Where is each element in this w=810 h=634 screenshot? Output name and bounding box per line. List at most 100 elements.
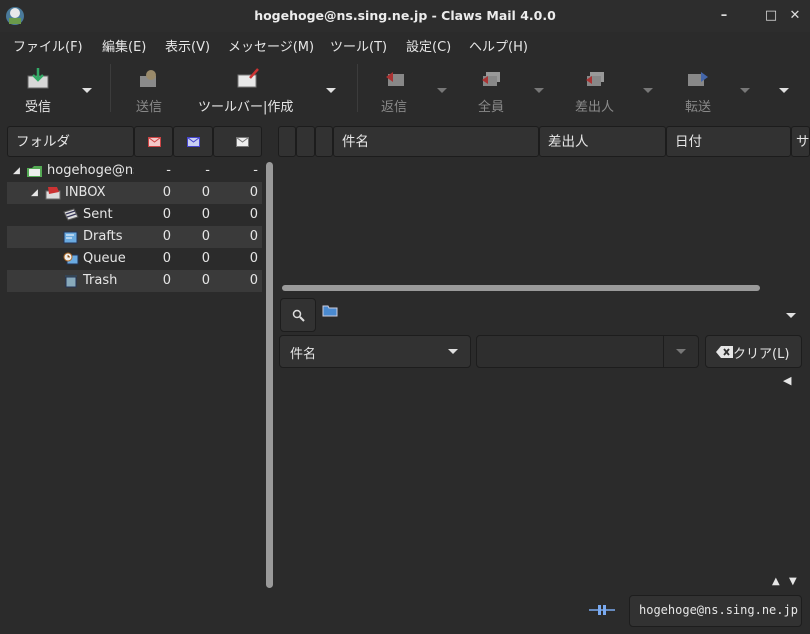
unread-column-header[interactable] <box>173 126 213 157</box>
new-column-header[interactable] <box>134 126 173 157</box>
folder-open-icon[interactable] <box>322 304 338 317</box>
receive-icon <box>27 68 49 89</box>
mark-column-header[interactable] <box>278 126 296 157</box>
receive-button[interactable]: 受信 <box>14 62 74 115</box>
maximize-button[interactable]: □ <box>763 8 779 24</box>
message-list-hscrollbar-thumb[interactable] <box>282 285 760 291</box>
minimize-button[interactable]: – <box>716 8 732 24</box>
reply-all-label: 全員 <box>478 100 505 115</box>
folder-name: Drafts <box>83 229 123 244</box>
compose-label: ツールバー|作成 <box>198 100 294 115</box>
status-column-header[interactable] <box>296 126 315 157</box>
attachment-column-header[interactable] <box>315 126 333 157</box>
folder-row-account[interactable]: ◢ hogehoge@ns - - - <box>7 160 262 182</box>
search-toggle-button[interactable] <box>280 298 316 332</box>
new-count: 0 <box>162 273 171 288</box>
menu-view[interactable]: 表示(V) <box>165 36 210 55</box>
unread-count: - <box>205 163 210 178</box>
trash-icon <box>65 275 77 288</box>
menu-help[interactable]: ヘルプ(H) <box>469 36 528 55</box>
folder-row-drafts[interactable]: Drafts 0 0 0 <box>7 226 262 248</box>
search-field-select[interactable]: 件名 <box>279 335 471 368</box>
receive-dropdown-caret[interactable] <box>82 88 92 93</box>
chevron-down-icon <box>448 349 458 354</box>
menu-message[interactable]: メッセージ(M) <box>228 36 314 55</box>
reply-icon <box>386 72 404 86</box>
folder-row-inbox[interactable]: ◢ INBOX 0 0 0 <box>7 182 262 204</box>
size-column-header[interactable]: サ <box>791 126 810 157</box>
new-count: 0 <box>162 185 171 200</box>
new-count: - <box>166 163 171 178</box>
collapse-arrow-icon[interactable]: ◀ <box>783 374 791 387</box>
online-status-icon[interactable] <box>589 603 615 617</box>
reply-label: 返信 <box>381 100 408 115</box>
search-panel-caret[interactable] <box>786 313 796 318</box>
reply-button[interactable]: 返信 <box>372 62 422 115</box>
folder-row-sent[interactable]: Sent 0 0 0 <box>7 204 262 226</box>
search-input[interactable] <box>476 335 699 368</box>
unread-count: 0 <box>201 229 210 244</box>
menu-settings[interactable]: 設定(C) <box>406 36 451 55</box>
compose-icon <box>237 68 259 88</box>
send-button[interactable]: 送信 <box>128 62 172 115</box>
folder-column-header[interactable]: フォルダ <box>7 126 134 157</box>
menu-tools[interactable]: ツール(T) <box>330 36 387 55</box>
total-count: 0 <box>249 251 258 266</box>
mail-icon <box>236 137 249 147</box>
forward-button[interactable]: 転送 <box>674 62 724 115</box>
expand-arrow-icon[interactable]: ◢ <box>31 182 38 204</box>
folder-name: INBOX <box>65 185 106 200</box>
folder-name: Queue <box>83 251 126 266</box>
scroll-down-icon[interactable]: ▼ <box>789 576 797 587</box>
forward-dropdown-caret[interactable] <box>740 88 750 93</box>
clear-label: クリア(L) <box>733 347 790 362</box>
send-label: 送信 <box>136 100 163 115</box>
drafts-icon <box>63 231 78 244</box>
toolbar-separator <box>110 64 111 112</box>
search-history-caret[interactable] <box>676 349 686 354</box>
toolbar-separator <box>357 64 358 112</box>
reply-all-icon <box>482 72 500 86</box>
clear-button[interactable]: クリア(L) <box>705 335 802 368</box>
total-count: 0 <box>249 207 258 222</box>
reply-sender-dropdown-caret[interactable] <box>643 88 653 93</box>
reply-all-dropdown-caret[interactable] <box>534 88 544 93</box>
reply-sender-icon <box>586 72 604 86</box>
message-list[interactable] <box>278 160 810 280</box>
date-column-header[interactable]: 日付 <box>666 126 791 157</box>
window-title: hogehoge@ns.sing.ne.jp - Claws Mail 4.0.… <box>254 8 556 23</box>
subject-column-header[interactable]: 件名 <box>333 126 539 157</box>
unread-count: 0 <box>201 207 210 222</box>
folder-row-queue[interactable]: Queue 0 0 0 <box>7 248 262 270</box>
search-field-label: 件名 <box>290 347 317 362</box>
folder-row-trash[interactable]: Trash 0 0 0 <box>7 270 262 292</box>
menu-file[interactable]: ファイル(F) <box>13 36 83 55</box>
reply-dropdown-caret[interactable] <box>437 88 447 93</box>
folder-name: hogehoge@ns <box>47 163 134 178</box>
account-icon <box>27 166 42 177</box>
menu-edit[interactable]: 編集(E) <box>102 36 146 55</box>
total-column-header[interactable] <box>213 126 262 157</box>
account-selector-button[interactable]: hogehoge@ns.sing.ne.jp <box>629 595 802 627</box>
message-view[interactable] <box>278 371 771 590</box>
compose-dropdown-caret[interactable] <box>326 88 336 93</box>
unread-count: 0 <box>201 251 210 266</box>
total-count: 0 <box>249 185 258 200</box>
forward-label: 転送 <box>685 100 712 115</box>
compose-button[interactable]: ツールバー|作成 <box>196 62 306 115</box>
folder-scrollbar-thumb[interactable] <box>266 162 273 588</box>
new-count: 0 <box>162 207 171 222</box>
close-button[interactable]: ✕ <box>787 8 803 24</box>
reply-all-button[interactable]: 全員 <box>468 62 518 115</box>
expand-arrow-icon[interactable]: ◢ <box>13 160 20 182</box>
new-count: 0 <box>162 251 171 266</box>
forward-icon <box>688 72 708 86</box>
from-column-header[interactable]: 差出人 <box>539 126 666 157</box>
toolbar-overflow-caret[interactable] <box>779 88 789 93</box>
scroll-up-icon[interactable]: ▲ <box>772 576 780 587</box>
reply-sender-button[interactable]: 差出人 <box>566 62 626 115</box>
unread-count: 0 <box>201 185 210 200</box>
send-icon <box>140 70 156 87</box>
total-count: - <box>253 163 258 178</box>
unread-mail-icon <box>187 137 200 147</box>
